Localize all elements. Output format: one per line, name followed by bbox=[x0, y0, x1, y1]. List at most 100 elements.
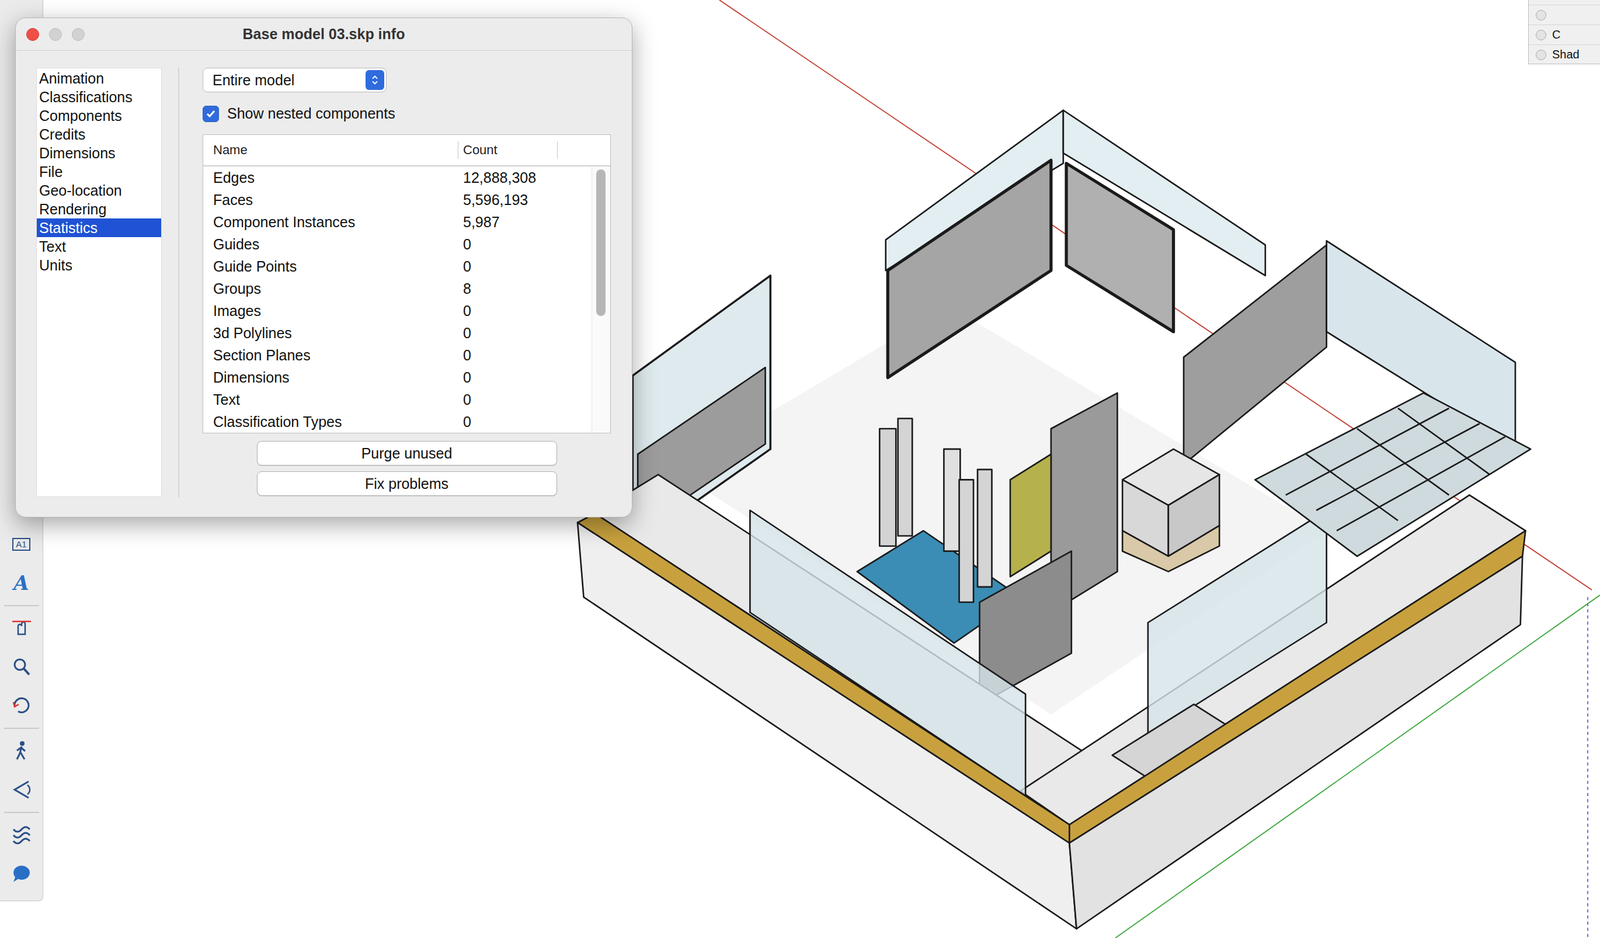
sidebar-item[interactable]: Dimensions bbox=[36, 143, 162, 163]
table-cell: 0 bbox=[458, 302, 472, 320]
table-row[interactable]: Section Planes 0 bbox=[203, 343, 592, 367]
scrollbar-thumb[interactable] bbox=[596, 169, 606, 316]
tray-toggle-icon[interactable] bbox=[1535, 49, 1547, 61]
column-header[interactable]: Count bbox=[458, 141, 558, 159]
column-header-spacer bbox=[557, 141, 611, 159]
sidebar-item[interactable]: Text bbox=[36, 237, 162, 256]
sidebar-item[interactable]: Classifications bbox=[36, 87, 162, 107]
check-icon bbox=[204, 108, 217, 120]
message-icon bbox=[9, 861, 34, 886]
table-cell: Groups bbox=[203, 280, 459, 298]
table-row[interactable]: Dimensions 0 bbox=[203, 366, 592, 389]
tool-button[interactable] bbox=[2, 770, 41, 809]
tray-label: C bbox=[1552, 28, 1561, 42]
tool-button[interactable] bbox=[2, 731, 41, 771]
table-cell: 0 bbox=[458, 235, 472, 253]
table-cell: 5,596,193 bbox=[458, 191, 528, 209]
tray-toggle-icon[interactable] bbox=[1535, 9, 1547, 21]
column-header[interactable]: Name bbox=[203, 141, 459, 159]
text-3d-icon: A bbox=[13, 571, 29, 595]
table-cell: Component Instances bbox=[203, 213, 459, 231]
table-cell: 8 bbox=[458, 280, 472, 298]
table-cell: Guide Points bbox=[203, 258, 459, 276]
sidebar-item[interactable]: Geo-location bbox=[36, 181, 162, 200]
table-cell: 5,987 bbox=[458, 213, 500, 231]
table-header: NameCount bbox=[203, 134, 611, 167]
tray-item[interactable]: Shad bbox=[1528, 44, 1600, 65]
tool-button[interactable]: A bbox=[2, 563, 41, 603]
scrollbar[interactable] bbox=[591, 166, 611, 433]
section-plane-icon bbox=[9, 823, 34, 847]
dropdown-chevrons-icon bbox=[365, 70, 385, 90]
zoom-icon[interactable] bbox=[71, 28, 85, 41]
label-icon: A1 bbox=[12, 537, 30, 552]
close-icon[interactable] bbox=[26, 28, 40, 41]
table-row[interactable]: 3d Polylines 0 bbox=[203, 321, 592, 344]
tool-button[interactable] bbox=[2, 815, 41, 855]
table-cell: 0 bbox=[458, 413, 472, 431]
toolbar-separator bbox=[4, 604, 40, 607]
zoom-extents-icon bbox=[9, 693, 34, 718]
table-row[interactable]: Component Instances 5,987 bbox=[203, 210, 592, 233]
tray-panel: C Shad bbox=[1528, 0, 1600, 65]
action-button[interactable]: Fix problems bbox=[256, 471, 558, 496]
table-cell: Section Planes bbox=[203, 346, 459, 364]
title-bar[interactable]: Base model 03.skp info bbox=[15, 18, 632, 51]
window-controls bbox=[26, 28, 243, 41]
zoom-icon bbox=[9, 655, 34, 679]
table-cell: 0 bbox=[458, 391, 472, 409]
minimize-icon[interactable] bbox=[49, 28, 62, 41]
sketchup-screen: A1 A C Shad Base model 03.skp info Animat… bbox=[0, 0, 1600, 938]
table-row[interactable]: Classification Types 0 bbox=[203, 410, 592, 433]
checkbox[interactable] bbox=[202, 105, 219, 123]
table-row[interactable]: Text 0 bbox=[203, 388, 592, 411]
sidebar-item[interactable]: Rendering bbox=[36, 199, 162, 219]
tool-button[interactable] bbox=[2, 647, 41, 687]
table-cell: Classification Types bbox=[203, 413, 459, 431]
table-cell: Guides bbox=[203, 235, 459, 253]
walk-icon bbox=[9, 739, 34, 763]
table-row[interactable]: Guides 0 bbox=[203, 232, 592, 256]
checkbox-label: Show nested components bbox=[227, 105, 396, 123]
sidebar-item[interactable]: Components bbox=[36, 106, 162, 125]
panel-divider bbox=[178, 67, 180, 497]
action-button[interactable]: Purge unused bbox=[256, 440, 558, 466]
tool-button[interactable] bbox=[2, 609, 41, 648]
position-camera-icon bbox=[9, 616, 34, 640]
tray-item[interactable]: C bbox=[1528, 24, 1600, 45]
dropdown-value: Entire model bbox=[212, 71, 295, 89]
sidebar-item[interactable]: Units bbox=[36, 255, 162, 275]
table-cell: Edges bbox=[203, 169, 459, 187]
sidebar-item[interactable]: Credits bbox=[36, 124, 162, 144]
sidebar-item[interactable]: File bbox=[36, 162, 162, 182]
scope-dropdown[interactable]: Entire model bbox=[202, 67, 387, 93]
table-cell: 0 bbox=[458, 369, 472, 386]
table-cell: Dimensions bbox=[203, 369, 459, 386]
sidebar-item[interactable]: Animation bbox=[36, 68, 162, 88]
table-cell: 0 bbox=[458, 346, 472, 364]
table-cell: 0 bbox=[458, 258, 472, 276]
table-row[interactable]: Edges 12,888,308 bbox=[203, 166, 592, 189]
nested-components-checkbox[interactable]: Show nested components bbox=[202, 105, 396, 123]
sidebar: AnimationClassificationsComponentsCredit… bbox=[36, 67, 162, 497]
tray-item[interactable] bbox=[1528, 4, 1600, 25]
model-info-dialog[interactable]: Base model 03.skp info AnimationClassifi… bbox=[15, 17, 633, 518]
toolbar-separator bbox=[4, 811, 40, 813]
table-row[interactable]: Guide Points 0 bbox=[203, 255, 592, 278]
table-cell: 0 bbox=[458, 324, 472, 342]
tray-toggle-icon[interactable] bbox=[1535, 29, 1547, 41]
statistics-table: NameCount Edges 12,888,308Faces 5,596,19… bbox=[202, 134, 611, 434]
tool-button[interactable] bbox=[2, 686, 41, 725]
table-row[interactable]: Faces 5,596,193 bbox=[203, 188, 592, 211]
table-row[interactable]: Images 0 bbox=[203, 299, 592, 322]
table-cell: 12,888,308 bbox=[458, 169, 537, 187]
tool-button[interactable]: A1 bbox=[2, 524, 41, 564]
table-row[interactable]: Groups 8 bbox=[203, 277, 592, 300]
table-cell: Text bbox=[203, 391, 459, 409]
sidebar-item[interactable]: Statistics bbox=[36, 218, 162, 238]
table-cell: 3d Polylines bbox=[203, 324, 459, 342]
toolbar-separator bbox=[4, 727, 40, 729]
table-cell: Faces bbox=[203, 191, 459, 209]
tool-button[interactable] bbox=[2, 854, 41, 893]
window-title: Base model 03.skp info bbox=[242, 25, 406, 43]
